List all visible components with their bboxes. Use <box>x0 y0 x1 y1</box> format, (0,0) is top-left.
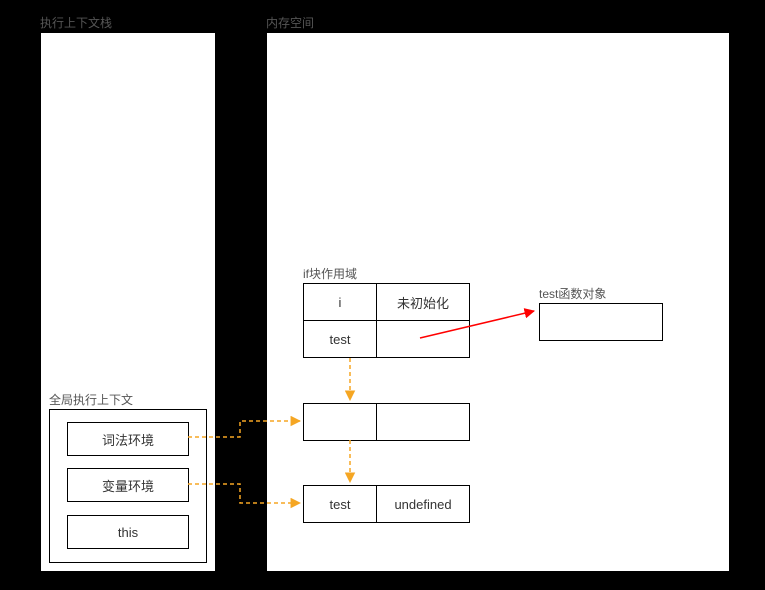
global-ctx-box: 词法环境 变量环境 this <box>49 409 207 563</box>
func-obj-box <box>539 303 663 341</box>
if-r1c2: 未初始化 <box>376 283 470 321</box>
func-obj-label: test函数对象 <box>539 285 606 302</box>
if-r1c1: i <box>303 283 377 321</box>
memory-panel: if块作用域 i 未初始化 test test undefined test函数… <box>266 32 730 572</box>
if-scope-label: if块作用域 <box>303 265 357 282</box>
stack-title: 执行上下文栈 <box>40 14 112 31</box>
var-r1c1: test <box>303 485 377 523</box>
this-box: this <box>67 515 189 549</box>
execution-stack-panel: 全局执行上下文 词法环境 变量环境 this <box>40 32 216 572</box>
var-r1c2: undefined <box>376 485 470 523</box>
variable-env-box: 变量环境 <box>67 468 189 502</box>
lexical-env-box: 词法环境 <box>67 422 189 456</box>
if-scope-table: i 未初始化 test <box>303 283 471 358</box>
memory-title: 内存空间 <box>266 14 314 31</box>
lexical-env-table <box>303 403 471 441</box>
lex-r1c2 <box>376 403 470 441</box>
if-r2c1: test <box>303 320 377 358</box>
variable-env-table: test undefined <box>303 485 471 523</box>
global-ctx-label: 全局执行上下文 <box>49 391 133 408</box>
lex-r1c1 <box>303 403 377 441</box>
if-r2c2 <box>376 320 470 358</box>
